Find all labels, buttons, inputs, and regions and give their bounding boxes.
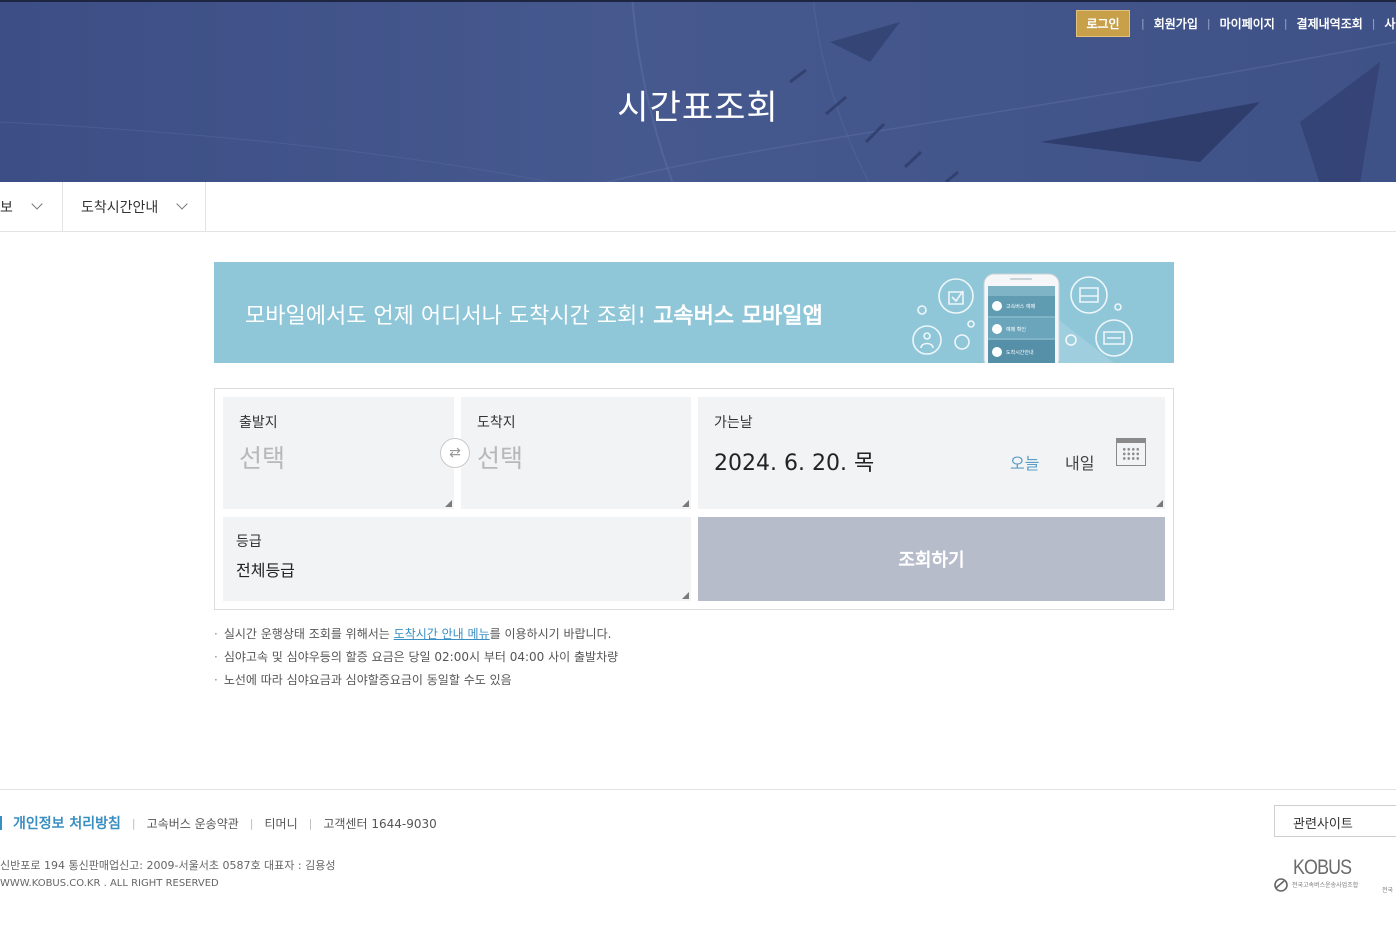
notice-item: · 실시간 운행상태 조회를 위해서는 도착시간 안내 메뉴를 이용하시기 바랍니… [214,627,612,641]
subnav-item-info[interactable]: 보 [0,182,63,231]
divider: | [1141,17,1145,30]
swap-icon[interactable]: ⇄ [440,438,470,468]
arrival-label: 도착지 [477,415,516,431]
phone-menu-label: 고속버스 예매 [1006,303,1036,310]
login-button[interactable]: 로그인 [1076,10,1130,37]
notice-list: · 실시간 운행상태 조회를 위해서는 도착시간 안내 메뉴를 이용하시기 바랍니… [214,625,618,694]
banner-text: 모바일에서도 언제 어디서나 도착시간 조회! 고속버스 모바일앱 [245,298,823,330]
grade-value: 전체등급 [236,561,295,580]
footer-links: 개인정보 처리방침 | 고속버스 운송약관 | 티머니 | 고객센터 1644-… [0,813,437,833]
chevron-down-icon [31,198,43,210]
notice-item: · 노선에 따라 심야요금과 심야할증요금이 동일할 수도 있음 [214,673,512,687]
arrival-select[interactable]: 도착지 선택 [461,397,691,509]
search-button[interactable]: 조회하기 [698,517,1165,601]
divider: | [249,816,254,830]
page-title: 시간표조회 [617,88,779,128]
utility-nav: 로그인 | 회원가입 | 마이페이지 | 결제내역조회 | 사이트 [1076,10,1396,37]
corner-arrow-icon [682,500,689,507]
tomorrow-button[interactable]: 내일 [1065,450,1094,474]
banner-text-bold: 고속버스 모바일앱 [653,304,823,329]
mobile-app-banner[interactable]: 모바일에서도 언제 어디서나 도착시간 조회! 고속버스 모바일앱 고속버스 예 [214,262,1174,363]
sitemap-link[interactable]: 사이트 [1385,15,1396,32]
subnav-item-label: 보 [0,199,13,216]
departure-label: 출발지 [239,415,278,431]
copyright: WWW.KOBUS.CO.KR . ALL RIGHT RESERVED [0,878,219,889]
calendar-icon[interactable] [1116,438,1146,466]
sub-navigation: 보 도착시간안내 [0,182,1396,232]
date-select[interactable]: 가는날 2024. 6. 20. 목 오늘 내일 [698,397,1165,509]
tmoney-link[interactable]: 티머니 [265,815,298,832]
footer-divider [0,789,1396,790]
corner-arrow-icon [445,500,452,507]
company-info: 신반포로 194 통신판매업신고: 2009-서울서초 0587호 대표자 : … [0,859,336,872]
arrival-value: 선택 [477,444,524,473]
hero-banner: 시간표조회 로그인 | 회원가입 | 마이페이지 | 결제내역조회 | 사이트 [0,0,1396,182]
grade-label: 등급 [236,534,262,550]
phone-menu-label: 도착시간안내 [1006,349,1034,356]
banner-text-normal: 모바일에서도 언제 어디서나 도착시간 조회! [245,304,654,329]
divider: | [1283,17,1288,30]
mypage-link[interactable]: 마이페이지 [1220,15,1275,32]
chevron-down-icon [176,198,188,210]
notice-text: 실시간 운행상태 조회를 위해서는 [223,627,394,641]
arrival-info-link[interactable]: 도착시간 안내 메뉴 [394,627,490,641]
terms-link[interactable]: 고속버스 운송약관 [147,815,239,832]
divider: | [1371,17,1376,30]
customer-center-link[interactable]: 고객센터 1644-9030 [323,815,436,832]
grade-select[interactable]: 등급 전체등급 [223,517,691,601]
date-value: 2024. 6. 20. 목 [714,451,875,476]
partner-logo-text: 전국 [1382,887,1394,894]
bus-icon [1070,276,1108,314]
corner-arrow-icon [682,592,689,599]
kobus-emblem-icon [1274,878,1288,892]
app-illustration: 고속버스 예매 예매 확인 도착시간안내 [912,273,1133,363]
notice-text: 노선에 따라 심야요금과 심야할증요금이 동일할 수도 있음 [223,673,512,687]
logo-wordmark: KOBUS [1293,856,1352,879]
notice-item: · 심야고속 및 심야우등의 할증 요금은 당일 02:00시 부터 04:00 … [214,650,619,664]
signup-link[interactable]: 회원가입 [1154,15,1198,32]
timetable-search-form: 출발지 선택 ⇄ 도착지 선택 가는날 2024. 6. 20. 목 오늘 내일… [214,388,1174,610]
today-button[interactable]: 오늘 [1010,450,1039,474]
check-icon [938,278,974,314]
departure-select[interactable]: 출발지 선택 [223,397,454,509]
notice-text: 를 이용하시기 바랍니다. [489,627,612,641]
subnav-item-label: 도착시간안내 [81,199,159,216]
notice-text: 심야고속 및 심야우등의 할증 요금은 당일 02:00시 부터 04:00 사… [223,650,619,664]
payment-history-link[interactable]: 결제내역조회 [1297,15,1363,32]
privacy-policy-link[interactable]: 개인정보 처리방침 [13,813,121,833]
subnav-item-arrival-info[interactable]: 도착시간안내 [63,182,206,231]
logo-subtitle: 전국고속버스운송사업조합 [1292,882,1359,889]
divider: | [308,816,313,830]
phone-menu-label: 예매 확인 [1006,326,1026,333]
departure-value: 선택 [239,444,286,473]
related-sites-select[interactable]: 관련사이트 [1274,805,1396,837]
divider: | [1206,17,1211,30]
divider: | [131,816,136,830]
person-icon [912,325,942,355]
date-label: 가는날 [714,415,753,431]
kobus-logo: KOBUS 전국고속버스운송사업조합 [1272,856,1372,896]
corner-arrow-icon [1156,500,1163,507]
divider [0,816,2,830]
